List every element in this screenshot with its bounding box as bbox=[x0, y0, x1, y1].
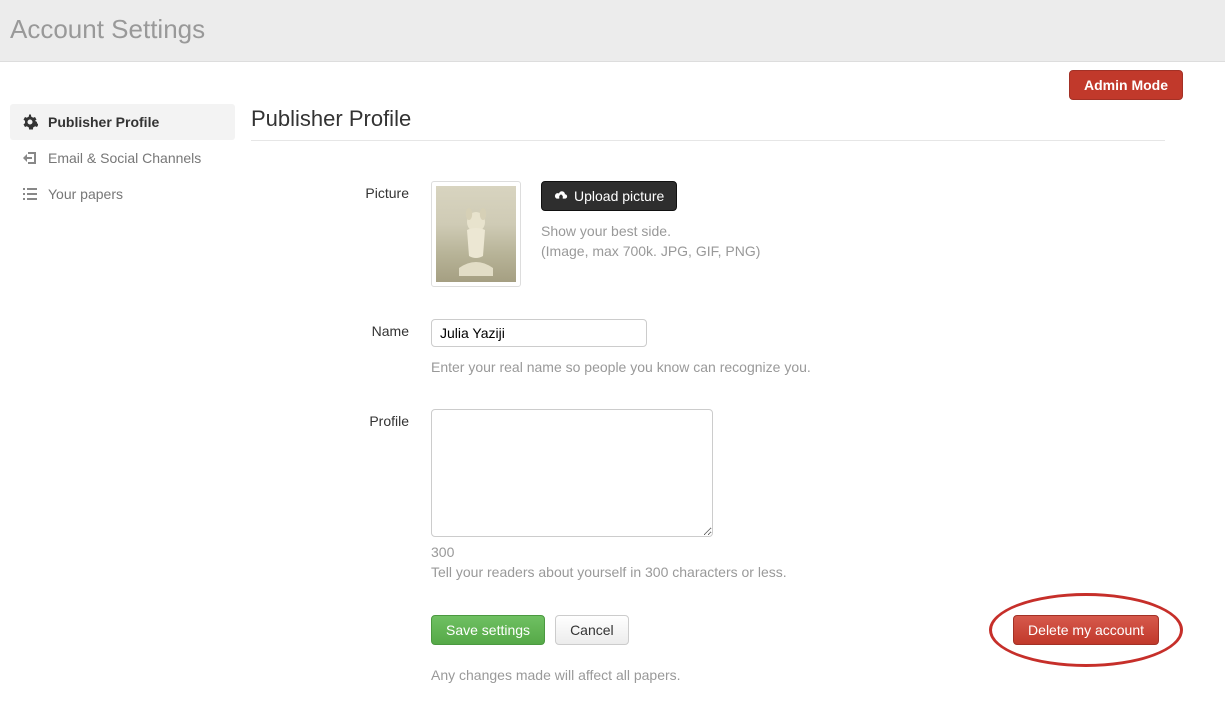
admin-mode-button[interactable]: Admin Mode bbox=[1069, 70, 1183, 100]
gear-icon bbox=[22, 114, 38, 130]
header-bar: Account Settings bbox=[0, 0, 1225, 62]
picture-help-line1: Show your best side. bbox=[541, 221, 760, 241]
page-body: Publisher Profile Email & Social Channel… bbox=[0, 100, 1225, 713]
main-content: Publisher Profile Picture bbox=[235, 100, 1215, 713]
page-title: Account Settings bbox=[10, 14, 1215, 45]
admin-mode-wrap: Admin Mode bbox=[0, 62, 1225, 100]
profile-char-counter: 300 bbox=[431, 544, 1165, 560]
delete-my-account-button[interactable]: Delete my account bbox=[1013, 615, 1159, 645]
login-icon bbox=[22, 150, 38, 166]
section-heading: Publisher Profile bbox=[251, 106, 1165, 132]
delete-my-account-label: Delete my account bbox=[1028, 622, 1144, 638]
save-settings-button[interactable]: Save settings bbox=[431, 615, 545, 645]
form-row-picture: Picture bbox=[251, 181, 1165, 287]
cloud-upload-icon bbox=[554, 189, 568, 203]
sidebar-item-label: Email & Social Channels bbox=[48, 150, 201, 166]
cancel-button[interactable]: Cancel bbox=[555, 615, 629, 645]
name-label: Name bbox=[251, 319, 431, 377]
form-row-profile: Profile 300 Tell your readers about your… bbox=[251, 409, 1165, 582]
save-settings-label: Save settings bbox=[446, 622, 530, 638]
changes-note: Any changes made will affect all papers. bbox=[431, 667, 1165, 683]
form-row-actions: Save settings Cancel Delete my account bbox=[251, 615, 1165, 645]
sidebar-item-your-papers[interactable]: Your papers bbox=[10, 176, 235, 212]
picture-help-line2: (Image, max 700k. JPG, GIF, PNG) bbox=[541, 241, 760, 261]
name-input[interactable] bbox=[431, 319, 647, 347]
sidebar-item-label: Publisher Profile bbox=[48, 114, 159, 130]
divider bbox=[251, 140, 1165, 141]
upload-picture-label: Upload picture bbox=[574, 188, 664, 204]
picture-field: Upload picture Show your best side. (Ima… bbox=[431, 181, 1165, 287]
upload-picture-button[interactable]: Upload picture bbox=[541, 181, 677, 211]
form-row-name: Name Enter your real name so people you … bbox=[251, 319, 1165, 377]
picture-label: Picture bbox=[251, 181, 431, 287]
sidebar-item-publisher-profile[interactable]: Publisher Profile bbox=[10, 104, 235, 140]
profile-picture-thumbnail[interactable] bbox=[431, 181, 521, 287]
sidebar-item-email-social[interactable]: Email & Social Channels bbox=[10, 140, 235, 176]
cancel-label: Cancel bbox=[570, 622, 614, 638]
admin-mode-label: Admin Mode bbox=[1084, 77, 1168, 93]
list-icon bbox=[22, 186, 38, 202]
profile-help: Tell your readers about yourself in 300 … bbox=[431, 562, 1165, 582]
profile-label: Profile bbox=[251, 409, 431, 582]
name-help: Enter your real name so people you know … bbox=[431, 357, 1165, 377]
profile-picture-image bbox=[449, 206, 503, 278]
profile-textarea[interactable] bbox=[431, 409, 713, 537]
picture-help: Show your best side. (Image, max 700k. J… bbox=[541, 221, 760, 262]
sidebar: Publisher Profile Email & Social Channel… bbox=[10, 100, 235, 713]
sidebar-item-label: Your papers bbox=[48, 186, 123, 202]
